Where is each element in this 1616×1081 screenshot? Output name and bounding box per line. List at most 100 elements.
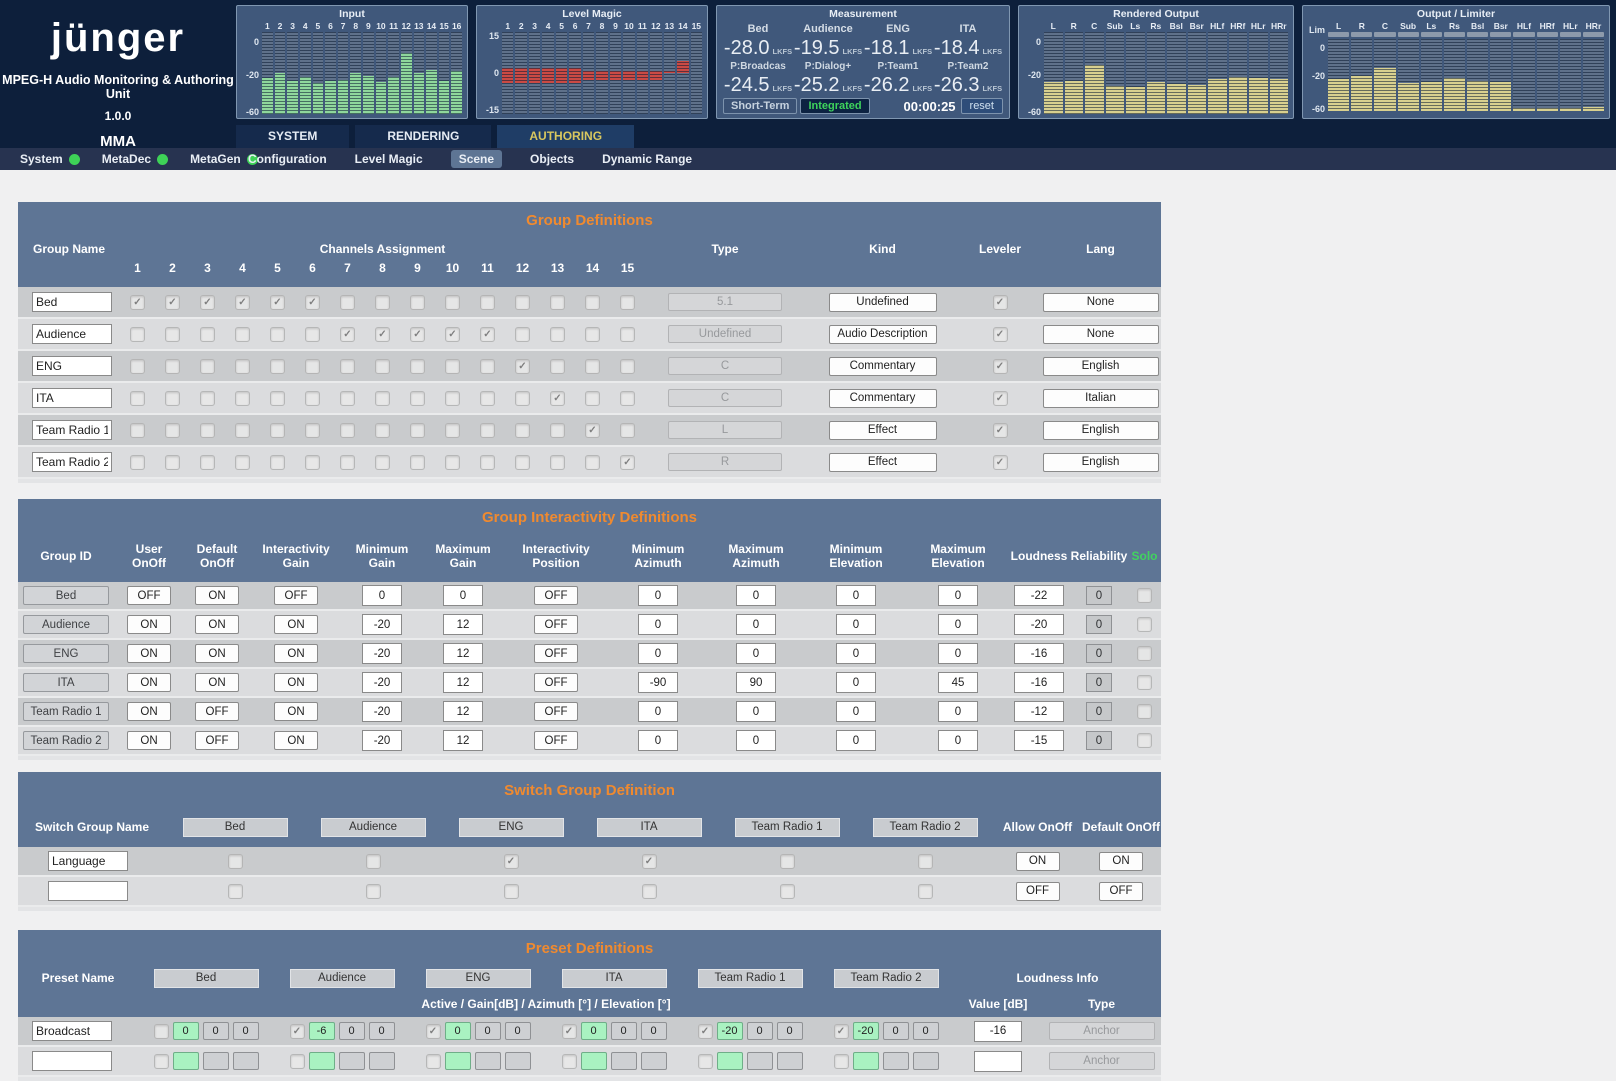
minimum-azimuth-input[interactable] xyxy=(638,614,678,635)
solo-checkbox[interactable] xyxy=(1137,675,1152,690)
channel-checkbox[interactable] xyxy=(410,455,425,470)
preset-azimuth-input[interactable] xyxy=(475,1052,501,1070)
preset-active-checkbox[interactable]: ✓ xyxy=(698,1024,713,1039)
preset-azimuth-input[interactable] xyxy=(883,1022,909,1040)
channel-checkbox[interactable] xyxy=(620,391,635,406)
channel-checkbox[interactable]: ✓ xyxy=(445,327,460,342)
maximum-elevation-input[interactable] xyxy=(938,585,978,606)
channel-checkbox[interactable] xyxy=(375,391,390,406)
loudness-value-input[interactable] xyxy=(974,1051,1022,1072)
preset-azimuth-input[interactable] xyxy=(339,1052,365,1070)
preset-gain-input[interactable] xyxy=(173,1022,199,1040)
channel-checkbox[interactable] xyxy=(165,391,180,406)
interactivity-gain-button[interactable]: ON xyxy=(274,615,318,634)
channel-checkbox[interactable]: ✓ xyxy=(130,295,145,310)
channel-checkbox[interactable] xyxy=(480,295,495,310)
maximum-elevation-input[interactable] xyxy=(938,701,978,722)
preset-azimuth-input[interactable] xyxy=(883,1052,909,1070)
preset-azimuth-input[interactable] xyxy=(203,1022,229,1040)
channel-checkbox[interactable] xyxy=(410,423,425,438)
preset-gain-input[interactable] xyxy=(853,1022,879,1040)
tab-authoring[interactable]: AUTHORING xyxy=(497,125,634,148)
preset-elevation-input[interactable] xyxy=(505,1022,531,1040)
switch-group-member-checkbox[interactable] xyxy=(642,884,657,899)
minimum-azimuth-input[interactable] xyxy=(638,672,678,693)
channel-checkbox[interactable] xyxy=(585,359,600,374)
preset-elevation-input[interactable] xyxy=(233,1052,259,1070)
loudness-input[interactable] xyxy=(1014,730,1064,751)
maximum-azimuth-input[interactable] xyxy=(736,643,776,664)
channel-checkbox[interactable] xyxy=(480,391,495,406)
preset-elevation-input[interactable] xyxy=(913,1022,939,1040)
channel-checkbox[interactable] xyxy=(375,455,390,470)
maximum-gain-input[interactable] xyxy=(443,614,483,635)
lang-button[interactable]: English xyxy=(1043,357,1159,376)
solo-checkbox[interactable] xyxy=(1137,617,1152,632)
maximum-gain-input[interactable] xyxy=(443,701,483,722)
loudness-input[interactable] xyxy=(1014,643,1064,664)
channel-checkbox[interactable]: ✓ xyxy=(550,391,565,406)
channel-checkbox[interactable] xyxy=(550,295,565,310)
minimum-azimuth-input[interactable] xyxy=(638,585,678,606)
channel-checkbox[interactable]: ✓ xyxy=(200,295,215,310)
channel-checkbox[interactable]: ✓ xyxy=(235,295,250,310)
kind-button[interactable]: Effect xyxy=(829,421,937,440)
default-onoff-button[interactable]: ON xyxy=(195,615,239,634)
preset-gain-input[interactable] xyxy=(717,1052,743,1070)
minimum-elevation-input[interactable] xyxy=(836,643,876,664)
interactivity-gain-button[interactable]: ON xyxy=(274,644,318,663)
maximum-elevation-input[interactable] xyxy=(938,730,978,751)
group-name-input[interactable] xyxy=(32,388,112,408)
tab-rendering[interactable]: RENDERING xyxy=(355,125,491,148)
channel-checkbox[interactable] xyxy=(340,359,355,374)
solo-checkbox[interactable] xyxy=(1137,646,1152,661)
channel-checkbox[interactable] xyxy=(165,359,180,374)
preset-active-checkbox[interactable] xyxy=(154,1054,169,1069)
interactivity-gain-button[interactable]: ON xyxy=(274,673,318,692)
channel-checkbox[interactable] xyxy=(480,455,495,470)
channel-checkbox[interactable] xyxy=(620,327,635,342)
channel-checkbox[interactable]: ✓ xyxy=(375,327,390,342)
preset-elevation-input[interactable] xyxy=(641,1052,667,1070)
channel-checkbox[interactable]: ✓ xyxy=(305,295,320,310)
preset-elevation-input[interactable] xyxy=(777,1022,803,1040)
channel-checkbox[interactable] xyxy=(480,423,495,438)
channel-checkbox[interactable] xyxy=(305,327,320,342)
tab-system[interactable]: SYSTEM xyxy=(236,125,349,148)
preset-gain-input[interactable] xyxy=(581,1022,607,1040)
channel-checkbox[interactable] xyxy=(340,295,355,310)
allow-onoff-button[interactable]: OFF xyxy=(1016,882,1060,901)
minimum-elevation-input[interactable] xyxy=(836,730,876,751)
channel-checkbox[interactable] xyxy=(410,391,425,406)
channel-checkbox[interactable] xyxy=(410,359,425,374)
preset-active-checkbox[interactable] xyxy=(426,1054,441,1069)
channel-checkbox[interactable] xyxy=(550,423,565,438)
preset-gain-input[interactable] xyxy=(309,1022,335,1040)
channel-checkbox[interactable] xyxy=(375,359,390,374)
kind-button[interactable]: Undefined xyxy=(829,293,937,312)
preset-azimuth-input[interactable] xyxy=(475,1022,501,1040)
nav-item-scene[interactable]: Scene xyxy=(451,150,502,168)
minimum-azimuth-input[interactable] xyxy=(638,701,678,722)
minimum-gain-input[interactable] xyxy=(362,672,402,693)
lang-button[interactable]: None xyxy=(1043,325,1159,344)
maximum-azimuth-input[interactable] xyxy=(736,701,776,722)
minimum-elevation-input[interactable] xyxy=(836,614,876,635)
default-onoff-button[interactable]: ON xyxy=(195,586,239,605)
preset-name-input[interactable] xyxy=(32,1021,112,1041)
channel-checkbox[interactable]: ✓ xyxy=(620,455,635,470)
loudness-input[interactable] xyxy=(1014,701,1064,722)
default-onoff-button[interactable]: OFF xyxy=(195,731,239,750)
channel-checkbox[interactable] xyxy=(515,423,530,438)
minimum-azimuth-input[interactable] xyxy=(638,730,678,751)
lang-button[interactable]: None xyxy=(1043,293,1159,312)
channel-checkbox[interactable] xyxy=(305,391,320,406)
switch-group-member-checkbox[interactable] xyxy=(228,884,243,899)
channel-checkbox[interactable] xyxy=(515,327,530,342)
kind-button[interactable]: Commentary xyxy=(829,389,937,408)
preset-active-checkbox[interactable] xyxy=(154,1024,169,1039)
preset-name-input[interactable] xyxy=(32,1051,112,1071)
leveler-checkbox[interactable]: ✓ xyxy=(993,327,1008,342)
channel-checkbox[interactable] xyxy=(270,327,285,342)
channel-checkbox[interactable] xyxy=(410,295,425,310)
